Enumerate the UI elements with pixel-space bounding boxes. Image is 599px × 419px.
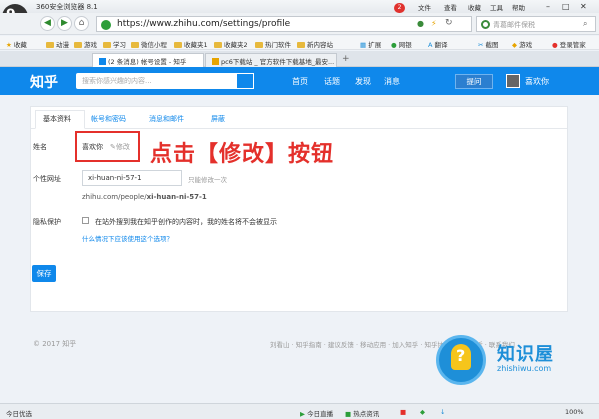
shield-icon[interactable]: ● bbox=[417, 19, 424, 28]
fav-folder-anime[interactable]: 动漫 bbox=[46, 39, 69, 49]
save-button[interactable]: 保存 bbox=[32, 265, 56, 282]
fav-folder-games[interactable]: 游戏 bbox=[74, 39, 97, 49]
zhihu-search-button[interactable] bbox=[236, 73, 254, 89]
fav-screenshot[interactable]: ✂ 截图 bbox=[478, 39, 499, 49]
status-live[interactable]: ▶ 今日直播 bbox=[300, 408, 333, 418]
status-today-picks[interactable]: 今日优选 bbox=[6, 408, 32, 418]
tab-account-password[interactable]: 帐号和密码 bbox=[91, 114, 126, 124]
tab-pc6[interactable]: pc6下载站 _ 官方软件下载基地_最安... bbox=[205, 53, 337, 67]
message-count-badge: 2 bbox=[394, 3, 405, 13]
fav-folder-wechat[interactable]: 微信小程 bbox=[131, 39, 167, 49]
tab-basic-profile[interactable]: 基本资料 bbox=[43, 114, 71, 124]
nav-home[interactable]: 首页 bbox=[292, 76, 308, 87]
user-name[interactable]: 喜欢你 bbox=[525, 76, 549, 87]
status-shield-icon[interactable]: ■ bbox=[400, 408, 406, 416]
search-placeholder: 青葛邮件保税 bbox=[493, 21, 535, 29]
privacy-checkbox[interactable] bbox=[82, 217, 89, 224]
tab-messages-email[interactable]: 消息和邮件 bbox=[149, 114, 184, 124]
name-label: 姓名 bbox=[33, 143, 47, 151]
fav-folder-2[interactable]: 收藏夹2 bbox=[214, 39, 248, 49]
personal-url-input[interactable]: xi-huan-ni-57-1 bbox=[82, 170, 182, 186]
forward-icon[interactable]: ▶ bbox=[57, 16, 72, 31]
privacy-help-link[interactable]: 什么情况下应该使用这个选项？ bbox=[82, 233, 173, 243]
fav-folder-hot[interactable]: 热门软件 bbox=[255, 39, 291, 49]
close-window-icon[interactable]: ✕ bbox=[580, 2, 587, 11]
nav-messages[interactable]: 消息 bbox=[384, 76, 400, 87]
privacy-option-text: 在站外搜到我在知乎创作的内容时，我的姓名将不会被显示 bbox=[95, 218, 277, 226]
tab-zhihu-settings[interactable]: (2 条消息) 帐号设置 - 知乎 bbox=[92, 53, 204, 67]
url-hint: 只能修改一次 bbox=[188, 176, 227, 184]
nav-topics[interactable]: 话题 bbox=[324, 76, 340, 87]
url-text: https://www.zhihu.com/settings/profile bbox=[117, 19, 291, 29]
zoom-level[interactable]: 100% bbox=[565, 408, 584, 416]
fav-translate[interactable]: A 翻译 bbox=[428, 39, 448, 49]
fav-folder-study[interactable]: 学习 bbox=[103, 39, 126, 49]
footer-copyright: © 2017 知乎 bbox=[33, 340, 77, 348]
fav-folder-new[interactable]: 新内容站 bbox=[297, 39, 333, 49]
zhihu-header: 知乎 搜索你感兴趣的内容... 首页 话题 发现 消息 提问 喜欢你 bbox=[0, 67, 599, 95]
annotation-text: 点击【修改】按钮 bbox=[150, 142, 335, 167]
tab-block[interactable]: 屏蔽 bbox=[211, 114, 225, 124]
search-icon[interactable]: ⌕ bbox=[583, 19, 587, 29]
url-input[interactable]: https://www.zhihu.com/settings/profile ●… bbox=[96, 16, 472, 32]
fav-login[interactable]: ● 登录管家 bbox=[552, 39, 586, 49]
browser-titlebar: 360安全浏览器 8.1 文件 查看 收藏 工具 帮助 – □ ✕ bbox=[0, 0, 599, 13]
watermark-title: 知识屋 bbox=[497, 344, 554, 365]
fav-star[interactable]: ★ 收藏 bbox=[6, 39, 27, 49]
zhihu-search-placeholder: 搜索你感兴趣的内容... bbox=[82, 77, 152, 85]
settings-tabs: 基本资料 帐号和密码 消息和邮件 屏蔽 bbox=[31, 107, 567, 129]
fav-bank[interactable]: ● 网银 bbox=[391, 39, 412, 49]
status-download-icon[interactable]: ↓ bbox=[440, 408, 445, 416]
menu-view[interactable]: 查看 bbox=[444, 2, 457, 12]
secure-lock-icon bbox=[101, 20, 111, 30]
fav-extensions[interactable]: ▦ 扩展 bbox=[360, 39, 381, 49]
refresh-icon[interactable]: ↻ bbox=[445, 18, 453, 28]
pc6-favicon-icon bbox=[212, 58, 219, 65]
zhihu-favicon-icon bbox=[99, 58, 106, 65]
menu-file[interactable]: 文件 bbox=[418, 2, 431, 12]
zhihu-search-input[interactable]: 搜索你感兴趣的内容... bbox=[76, 73, 254, 89]
favorites-bar: ★ 收藏 动漫 游戏 学习 微信小程 收藏夹1 收藏夹2 热门软件 新内容站 ▦… bbox=[0, 36, 599, 50]
minimize-icon[interactable]: – bbox=[546, 2, 550, 11]
browser-app-title: 360安全浏览器 8.1 bbox=[36, 3, 98, 11]
nav-explore[interactable]: 发现 bbox=[355, 76, 371, 87]
zhihu-logo[interactable]: 知乎 bbox=[30, 72, 58, 92]
personal-url-value: xi-huan-ni-57-1 bbox=[88, 174, 142, 182]
lightning-icon[interactable]: ⚡ bbox=[431, 19, 437, 28]
address-bar-row: ◀ ▶ ⌂ https://www.zhihu.com/settings/pro… bbox=[0, 13, 599, 35]
browser-status-bar: 今日优选 ▶ 今日直播 ■ 热点资讯 ■ ◆ ↓ 100% bbox=[0, 403, 599, 419]
menu-help[interactable]: 帮助 bbox=[512, 2, 525, 12]
ask-button[interactable]: 提问 bbox=[455, 74, 493, 89]
fav-folder-1[interactable]: 收藏夹1 bbox=[174, 39, 208, 49]
search-input[interactable]: 青葛邮件保税 ⌕ bbox=[476, 16, 596, 32]
status-accelerate-icon[interactable]: ◆ bbox=[420, 408, 425, 416]
search-engine-icon bbox=[481, 20, 490, 29]
new-tab-button[interactable]: + bbox=[342, 54, 350, 64]
avatar[interactable] bbox=[506, 74, 520, 88]
watermark-subtitle: zhishiwu.com bbox=[497, 364, 552, 373]
url-preview: zhihu.com/people/xi-huan-ni-57-1 bbox=[82, 193, 207, 201]
url-label: 个性网址 bbox=[33, 175, 61, 183]
privacy-label: 隐私保护 bbox=[33, 218, 61, 226]
home-icon[interactable]: ⌂ bbox=[74, 16, 89, 31]
highlight-box bbox=[75, 131, 140, 162]
status-hot-news[interactable]: ■ 热点资讯 bbox=[345, 408, 379, 418]
fav-games[interactable]: ◆ 游戏 bbox=[512, 39, 532, 49]
browser-tab-bar: (2 条消息) 帐号设置 - 知乎 pc6下载站 _ 官方软件下载基地_最安..… bbox=[0, 51, 599, 67]
question-mark-icon: ? bbox=[456, 346, 466, 365]
menu-favorites[interactable]: 收藏 bbox=[468, 2, 481, 12]
back-icon[interactable]: ◀ bbox=[40, 16, 55, 31]
maximize-icon[interactable]: □ bbox=[562, 2, 570, 11]
menu-tools[interactable]: 工具 bbox=[490, 2, 503, 12]
